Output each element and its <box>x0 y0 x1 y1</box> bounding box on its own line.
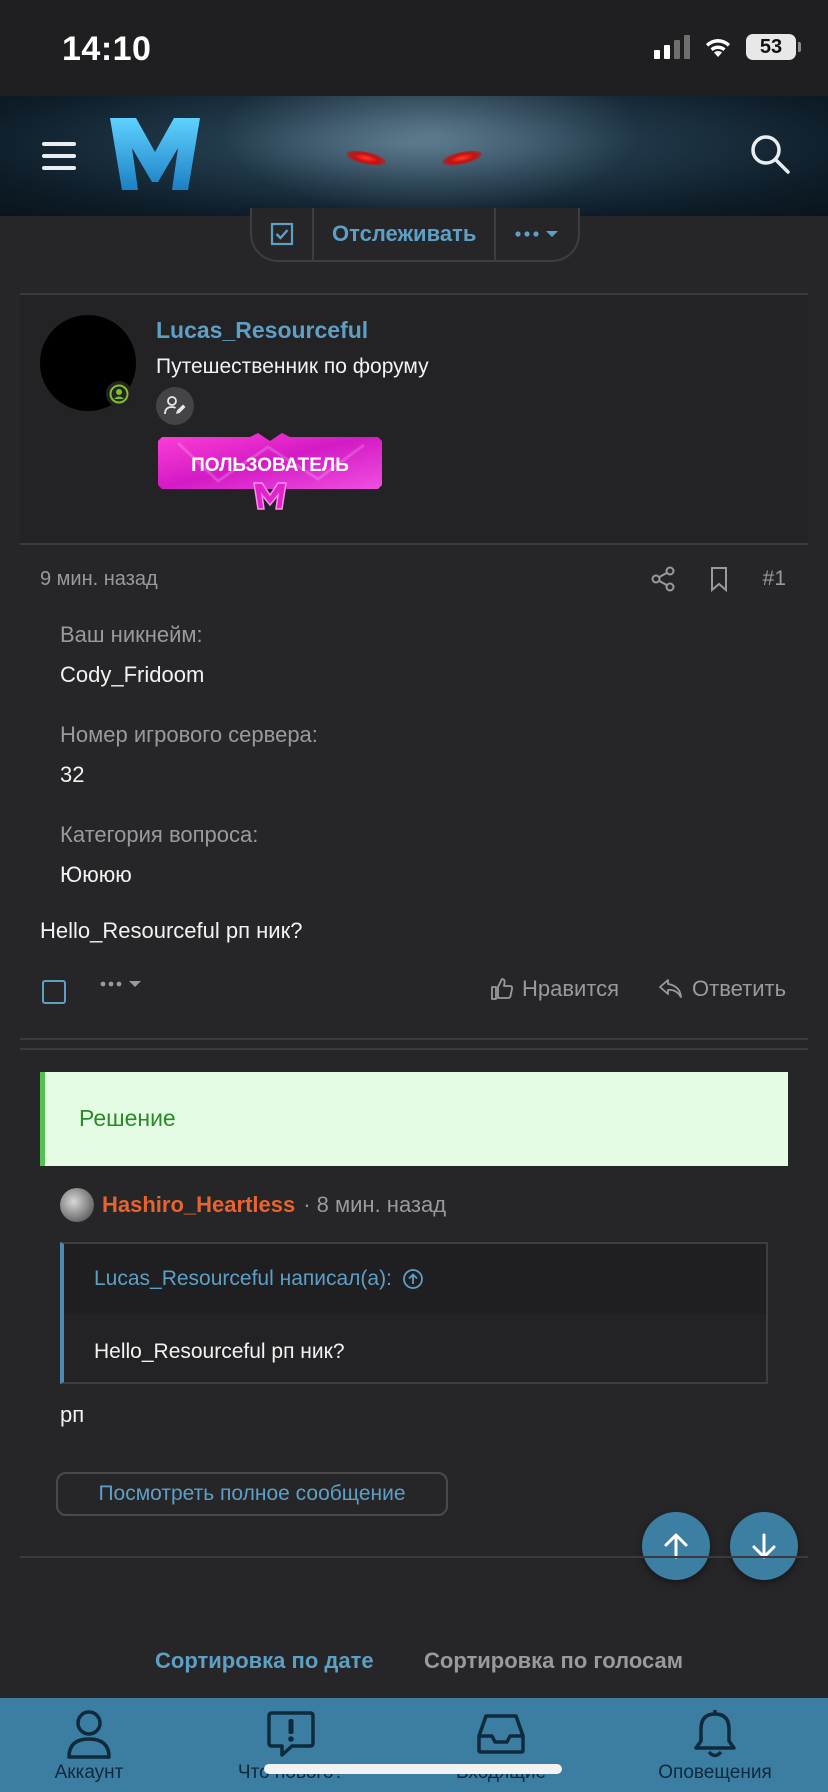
watch-button[interactable]: Отслеживать <box>312 208 494 260</box>
field-value-nickname: Cody_Fridoom <box>60 662 205 687</box>
field-label-category: Категория вопроса: <box>60 822 259 847</box>
online-status-icon <box>106 381 132 407</box>
nav-notifications[interactable]: Оповещения <box>630 1708 800 1784</box>
checkbox-checked-icon <box>270 222 294 246</box>
nav-notifications-label: Оповещения <box>658 1762 772 1783</box>
quote-header[interactable]: Lucas_Resourceful написал(а): <box>64 1244 766 1314</box>
scroll-top-button[interactable] <box>642 1512 710 1580</box>
quote-header-label: Lucas_Resourceful написал(а): <box>94 1267 392 1290</box>
post-timestamp[interactable]: 9 мин. назад <box>40 568 158 591</box>
field-label-server: Номер игрового сервера: <box>60 722 318 747</box>
bottom-navigation: Аккаунт Что нового? Входящие <box>0 1698 828 1792</box>
post-footer: Нравится Ответить <box>40 972 788 1012</box>
reply-label: Ответить <box>692 976 787 1001</box>
field-value-server: 32 <box>60 762 85 787</box>
nav-account-label: Аккаунт <box>54 1762 124 1783</box>
post-author-block: Lucas_Resourceful Путешественник по фору… <box>20 295 808 543</box>
sort-by-votes[interactable]: Сортировка по голосам <box>424 1648 683 1674</box>
status-bar: 14:10 53 <box>0 0 828 96</box>
reply-button[interactable]: Ответить <box>658 976 786 1002</box>
divider <box>20 543 808 545</box>
ellipsis-icon <box>100 981 122 987</box>
quote-block: Lucas_Resourceful написал(а): Hello_Reso… <box>60 1242 768 1384</box>
post-number[interactable]: #1 <box>763 567 786 591</box>
bell-icon <box>694 1710 736 1758</box>
post-body-text: Hello_Resourceful рп ник? <box>40 918 303 943</box>
field-value-category: Юююю <box>60 862 132 887</box>
reply-icon <box>659 979 682 998</box>
solution-author-name[interactable]: Hashiro_Heartless <box>102 1192 295 1218</box>
field-label-nickname: Ваш никнейм: <box>60 622 203 647</box>
nav-account[interactable]: Аккаунт <box>4 1708 174 1784</box>
header-banner <box>0 96 828 216</box>
caret-down-icon <box>546 231 559 237</box>
arrow-up-circle-icon <box>403 1269 423 1289</box>
post-author-name[interactable]: Lucas_Resourceful <box>156 317 368 344</box>
select-thread-checkbox[interactable] <box>252 208 312 260</box>
user-group-banner: ПОЛЬЗОВАТЕЛЬ <box>158 433 382 510</box>
caret-down-icon <box>129 981 141 987</box>
site-logo[interactable] <box>108 116 202 192</box>
divider <box>20 1556 808 1558</box>
post-author-title: Путешественник по форуму <box>156 355 429 378</box>
battery-indicator: 53 <box>746 34 801 60</box>
view-full-message-button[interactable]: Посмотреть полное сообщение <box>56 1472 448 1516</box>
select-post-checkbox[interactable] <box>42 980 66 1004</box>
thread-action-bar: Отслеживать <box>250 208 581 262</box>
user-icon <box>67 1710 111 1759</box>
like-button[interactable]: Нравится <box>490 976 619 1002</box>
search-icon[interactable] <box>748 132 792 176</box>
share-icon[interactable] <box>651 566 675 592</box>
thumbs-up-icon <box>491 978 513 1000</box>
alert-message-icon <box>267 1711 315 1757</box>
post-more-button[interactable] <box>100 980 142 988</box>
user-banner-label: ПОЛЬЗОВАТЕЛЬ <box>191 455 349 476</box>
status-time: 14:10 <box>62 30 152 68</box>
bookmark-icon[interactable] <box>709 566 729 592</box>
home-indicator[interactable] <box>264 1764 562 1774</box>
scroll-bottom-button[interactable] <box>730 1512 798 1580</box>
sort-by-date[interactable]: Сортировка по дате <box>155 1648 374 1674</box>
post-top-actions: #1 <box>651 566 786 592</box>
solution-author-row: Hashiro_Heartless · 8 мин. назад <box>60 1188 446 1222</box>
quote-body: Hello_Resourceful рп ник? <box>94 1340 345 1363</box>
thread-more-button[interactable] <box>494 208 578 260</box>
solution-timestamp: · 8 мин. назад <box>303 1192 447 1217</box>
inbox-icon <box>477 1714 525 1754</box>
status-icons: 53 <box>654 34 801 60</box>
solution-banner: Решение <box>40 1072 788 1166</box>
ellipsis-icon <box>515 231 539 237</box>
solution-text: рп <box>60 1402 85 1427</box>
cellular-signal-icon <box>654 35 690 59</box>
user-edit-icon <box>156 387 194 425</box>
solution-label: Решение <box>79 1105 176 1131</box>
like-label: Нравится <box>522 976 620 1001</box>
wifi-icon <box>706 39 730 57</box>
divider <box>20 1048 808 1050</box>
divider <box>20 1038 808 1040</box>
hamburger-icon[interactable] <box>42 142 76 170</box>
solution-author-avatar[interactable] <box>60 1188 94 1222</box>
